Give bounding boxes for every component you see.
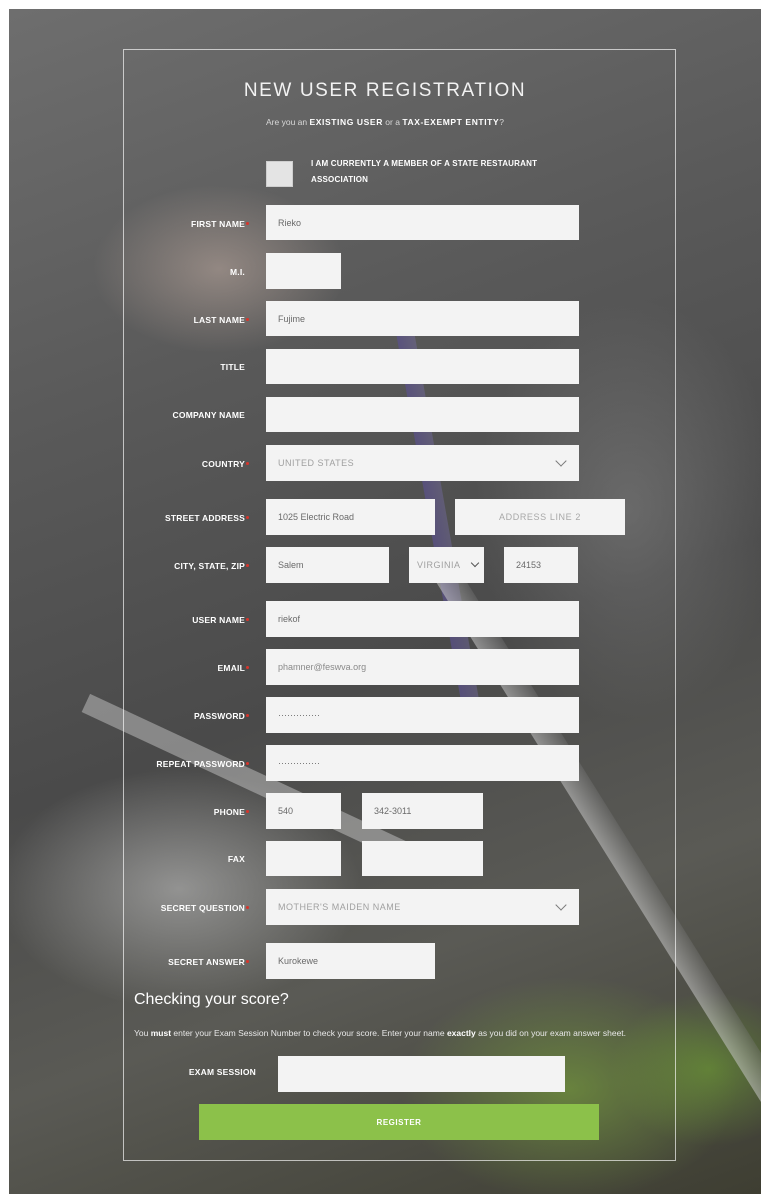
required-dot-icon	[246, 666, 249, 669]
middle-initial-label: M.I.	[230, 267, 245, 277]
fax-label: FAX	[227, 854, 245, 864]
company-name-label: COMPANY NAME	[172, 410, 245, 420]
secret-answer-input[interactable]: Kurokewe	[266, 943, 435, 979]
required-dot-icon	[246, 762, 249, 765]
required-dot-icon	[246, 960, 249, 963]
email-input[interactable]: phamner@feswva.org	[266, 649, 579, 685]
last-name-label: LAST NAME	[193, 315, 245, 325]
secret-answer-label: SECRET ANSWER	[168, 957, 245, 967]
middle-initial-input[interactable]	[266, 253, 341, 289]
user-name-input[interactable]: riekof	[266, 601, 579, 637]
chevron-down-icon	[555, 898, 567, 911]
required-dot-icon	[246, 222, 249, 225]
phone-number-input[interactable]: 342-3011	[362, 793, 483, 829]
repeat-password-input[interactable]: ··············	[266, 745, 579, 781]
title-input[interactable]	[266, 349, 579, 384]
register-button[interactable]: REGISTER	[199, 1104, 599, 1140]
address-line2-input[interactable]: ADDRESS LINE 2	[455, 499, 625, 535]
zip-input[interactable]: 24153	[504, 547, 578, 583]
title-label: TITLE	[220, 362, 245, 372]
secret-question-label: SECRET QUESTION	[160, 903, 245, 913]
existing-user-link[interactable]: EXISTING USER	[309, 117, 382, 127]
checking-score-heading: Checking your score?	[134, 991, 289, 1008]
first-name-input[interactable]: Rieko	[266, 205, 579, 240]
street-address-input[interactable]: 1025 Electric Road	[266, 499, 435, 535]
required-dot-icon	[246, 462, 249, 465]
required-dot-icon	[246, 618, 249, 621]
exam-session-label: EXAM SESSION	[188, 1067, 256, 1077]
last-name-input[interactable]: Fujime	[266, 301, 579, 336]
tax-exempt-link[interactable]: TAX-EXEMPT ENTITY	[402, 117, 499, 127]
required-dot-icon	[246, 516, 249, 519]
secret-question-select[interactable]: MOTHER'S MAIDEN NAME	[266, 889, 579, 925]
chevron-down-icon	[470, 558, 480, 567]
member-checkbox-label: I AM CURRENTLY A MEMBER OF A STATE RESTA…	[311, 159, 538, 184]
street-address-label: STREET ADDRESS	[165, 513, 245, 523]
required-dot-icon	[246, 714, 249, 717]
checking-score-text: You must enter your Exam Session Number …	[134, 1028, 627, 1038]
fax-number-input[interactable]	[362, 841, 483, 876]
exam-session-input[interactable]	[278, 1056, 565, 1092]
company-name-input[interactable]	[266, 397, 579, 432]
password-input[interactable]: ··············	[266, 697, 579, 733]
required-dot-icon	[246, 810, 249, 813]
repeat-password-label: REPEAT PASSWORD	[156, 759, 245, 769]
required-dot-icon	[246, 318, 249, 321]
first-name-label: FIRST NAME	[191, 219, 245, 229]
state-select[interactable]: VIRGINIA	[409, 547, 484, 583]
country-label: COUNTRY	[201, 459, 245, 469]
password-label: PASSWORD	[193, 711, 245, 721]
country-select[interactable]: UNITED STATES	[266, 445, 579, 481]
phone-label: PHONE	[213, 807, 245, 817]
user-name-label: USER NAME	[192, 615, 245, 625]
chevron-down-icon	[555, 454, 567, 467]
fax-area-input[interactable]	[266, 841, 341, 876]
required-dot-icon	[246, 906, 249, 909]
page-title: NEW USER REGISTRATION	[243, 80, 527, 101]
email-label: EMAIL	[217, 663, 245, 673]
city-input[interactable]: Salem	[266, 547, 389, 583]
phone-area-input[interactable]: 540	[266, 793, 341, 829]
required-dot-icon	[246, 564, 249, 567]
member-checkbox[interactable]	[266, 161, 293, 187]
city-state-zip-label: CITY, STATE, ZIP	[174, 561, 245, 571]
registration-subtitle: Are you an EXISTING USER or a TAX-EXEMPT…	[266, 117, 504, 127]
